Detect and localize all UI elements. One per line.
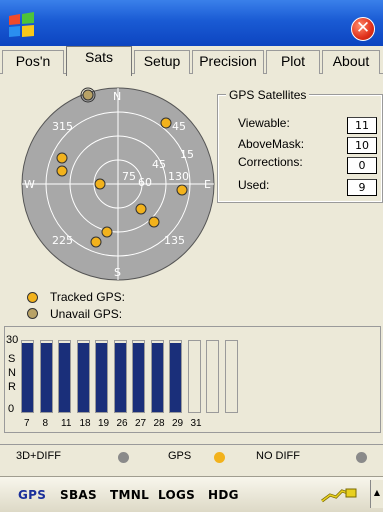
snr-bar-fill bbox=[40, 343, 52, 412]
satellite-tracked[interactable] bbox=[56, 152, 68, 164]
sky-plot: N S W E 315 45 15 45 75 60 130 225 135 bbox=[21, 87, 215, 281]
snr-bar bbox=[39, 340, 53, 413]
snr-bar-fill bbox=[114, 343, 126, 412]
snr-bar-id: 29 bbox=[172, 418, 184, 429]
abovemask-label: AboveMask: bbox=[238, 137, 305, 151]
viewable-value: 11 bbox=[347, 117, 377, 134]
satellite-tracked[interactable] bbox=[135, 203, 147, 215]
snr-bar-fill bbox=[59, 343, 70, 412]
tab-setup[interactable]: Setup bbox=[134, 50, 190, 74]
snr-bar-id: 11 bbox=[61, 418, 72, 429]
snr-axis-letter: R bbox=[8, 381, 16, 393]
corrections-label: Corrections: bbox=[238, 155, 303, 169]
snr-axis-letter: S bbox=[8, 353, 16, 365]
compass-s: S bbox=[114, 266, 121, 279]
unavail-gps-label: Unavail GPS: bbox=[50, 307, 123, 321]
corrections-value: 0 bbox=[347, 157, 377, 174]
ring-label: 135 bbox=[164, 234, 185, 247]
menu-hdg[interactable]: HDG bbox=[208, 488, 239, 502]
used-label: Used: bbox=[238, 178, 270, 192]
snr-bar bbox=[95, 340, 108, 413]
snr-bar bbox=[113, 340, 127, 413]
used-value: 9 bbox=[347, 179, 377, 196]
compass-e: E bbox=[204, 178, 211, 191]
menu-gps[interactable]: GPS bbox=[18, 488, 46, 502]
satellite-tracked[interactable] bbox=[101, 226, 113, 238]
unavail-gps-dot bbox=[27, 308, 38, 319]
compass-n: N bbox=[113, 90, 121, 103]
ring-label: 225 bbox=[52, 234, 73, 247]
satellite-tracked[interactable] bbox=[176, 184, 188, 196]
ring-label: 15 bbox=[180, 148, 194, 161]
gps-satellites-title: GPS Satellites bbox=[226, 88, 310, 102]
snr-bar-id: 7 bbox=[24, 418, 30, 429]
snr-bar-id: 8 bbox=[42, 418, 49, 429]
snr-bar bbox=[21, 340, 34, 413]
satellite-tracked[interactable] bbox=[160, 117, 172, 129]
snr-bar bbox=[169, 340, 182, 413]
tab-about[interactable]: About bbox=[322, 50, 380, 74]
snr-bar bbox=[58, 340, 71, 413]
snr-bar bbox=[206, 340, 219, 413]
tracked-gps-dot bbox=[27, 292, 38, 303]
satellite-tracked[interactable] bbox=[148, 216, 160, 228]
scroll-up-button[interactable]: ▲ bbox=[370, 480, 383, 508]
snr-bar-fill bbox=[77, 343, 89, 412]
ring-label: 75 bbox=[122, 170, 136, 183]
tab-precision[interactable]: Precision bbox=[192, 50, 264, 74]
nodiff-indicator bbox=[356, 452, 367, 463]
snr-bar-id: 18 bbox=[79, 418, 91, 429]
tab-posn[interactable]: Pos'n bbox=[2, 50, 64, 74]
snr-bar bbox=[224, 340, 238, 413]
snr-bar-fill bbox=[96, 343, 107, 412]
ring-label: 45 bbox=[152, 158, 166, 171]
ring-label: 315 bbox=[52, 120, 73, 133]
menu-logs[interactable]: LOGS bbox=[158, 488, 195, 502]
menu-tmnl[interactable]: TMNL bbox=[110, 488, 149, 502]
viewable-label: Viewable: bbox=[238, 116, 290, 130]
satellite-tracked[interactable] bbox=[90, 236, 102, 248]
gps-indicator bbox=[214, 452, 225, 463]
snr-bar bbox=[76, 340, 90, 413]
snr-zero-label: 0 bbox=[8, 403, 15, 415]
compass-w: W bbox=[24, 178, 35, 191]
close-button[interactable]: ✕ bbox=[351, 17, 375, 41]
snr-axis-letter: N bbox=[8, 367, 16, 379]
snr-bar bbox=[132, 340, 145, 413]
status-row: 3D+DIFF GPS NO DIFF bbox=[0, 444, 383, 468]
snr-bar bbox=[187, 340, 201, 413]
title-bar: ✕ bbox=[0, 0, 383, 46]
snr-bar-fill bbox=[133, 343, 144, 412]
abovemask-value: 10 bbox=[347, 137, 377, 154]
nodiff-label: NO DIFF bbox=[256, 450, 300, 462]
ring-label: 60 bbox=[138, 176, 152, 189]
diff-indicator bbox=[118, 452, 129, 463]
windows-start-icon[interactable] bbox=[6, 12, 36, 38]
snr-bar-id: 27 bbox=[135, 418, 147, 429]
menu-sbas[interactable]: SBAS bbox=[60, 488, 97, 502]
snr-bar-id: 28 bbox=[153, 418, 165, 429]
snr-bar bbox=[150, 340, 164, 413]
snr-max-label: 30 bbox=[6, 334, 19, 346]
gps-status-label: GPS bbox=[168, 450, 192, 462]
ring-label: 130 bbox=[168, 170, 189, 183]
satellite-unavail[interactable] bbox=[82, 89, 94, 101]
diff-mode-label: 3D+DIFF bbox=[16, 450, 61, 462]
snr-bar-fill bbox=[151, 343, 163, 412]
snr-bar-id: 26 bbox=[116, 418, 128, 429]
connection-icon[interactable] bbox=[318, 485, 360, 505]
tab-plot[interactable]: Plot bbox=[266, 50, 320, 74]
ring-label: 45 bbox=[172, 120, 186, 133]
tracked-gps-label: Tracked GPS: bbox=[50, 290, 125, 304]
snr-bar-fill bbox=[170, 343, 181, 412]
satellite-tracked[interactable] bbox=[94, 178, 106, 190]
tab-sats[interactable]: Sats bbox=[66, 46, 132, 76]
tab-strip: Pos'n Sats Setup Precision Plot About bbox=[0, 46, 383, 76]
snr-bar-id: 31 bbox=[190, 418, 202, 429]
satellite-tracked[interactable] bbox=[56, 165, 68, 177]
snr-bar-id: 19 bbox=[98, 418, 110, 429]
snr-bar-fill bbox=[22, 343, 33, 412]
